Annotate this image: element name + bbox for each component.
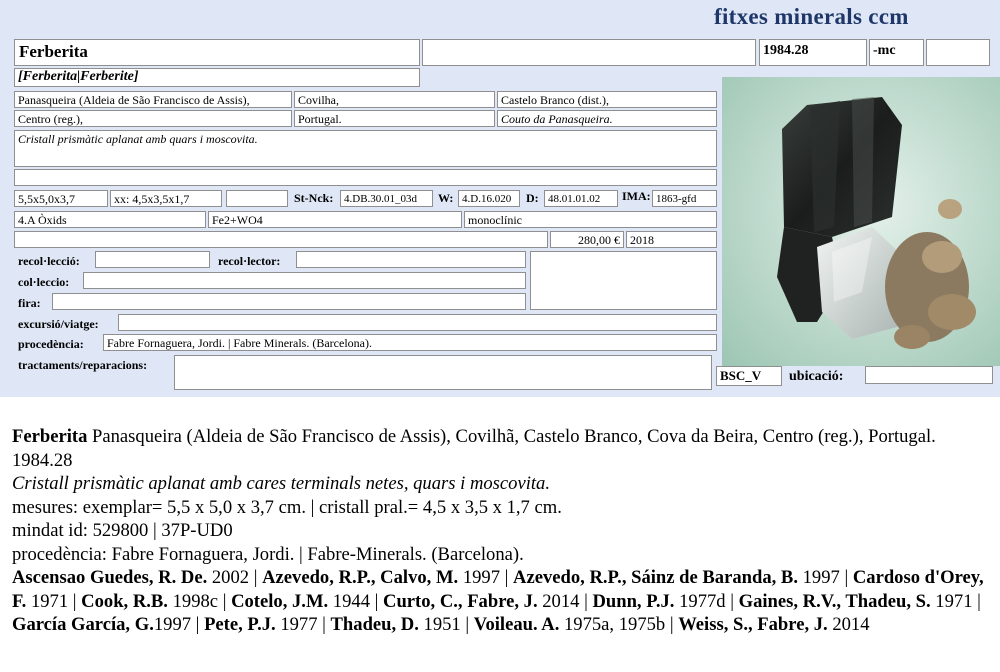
strunz-label: St-Nck: (294, 191, 334, 205)
locality-district-field[interactable]: Castelo Branco (dist.), (497, 91, 717, 108)
provenance-label: procedència: (18, 337, 84, 351)
reference-year: 1997 | (458, 567, 514, 588)
reference-author: García García, G. (12, 614, 154, 635)
year-field[interactable]: 2018 (626, 231, 717, 248)
description-field[interactable]: Cristall prismàtic aplanat amb quars i m… (14, 130, 717, 167)
reference-author: Gaines, R.V., Thadeu, S. (738, 590, 931, 612)
catalog-extra-field[interactable] (926, 39, 990, 66)
locality-country-field[interactable]: Portugal. (294, 110, 495, 127)
references-list: Ascensao Guedes, R. De. 2002 | Azevedo, … (12, 566, 996, 637)
fair-label: fira: (18, 296, 41, 310)
catalog-number-field[interactable]: 1984.28 (759, 39, 867, 66)
description-title: Ferberita Panasqueira (Aldeia de São Fra… (12, 425, 996, 472)
crystal-dimensions-field[interactable]: xx: 4,5x3,5x1,7 (110, 190, 222, 207)
ima-label: IMA: (622, 189, 651, 203)
price-field[interactable]: 280,00 € (550, 231, 624, 248)
reference-year: 1998c | (167, 590, 232, 612)
reference-author: Curto, C., Fabre, J. (383, 590, 538, 612)
reference-author: Azevedo, R.P., Calvo, M. (262, 567, 459, 588)
reference-year: 1971 | (930, 590, 981, 612)
d-label: D: (526, 191, 539, 205)
w-label: W: (438, 191, 454, 205)
reference-year: 1951 | (418, 614, 474, 635)
reference-author: Cotelo, J.M. (231, 590, 329, 612)
specimen-card: fitxes minerals ccm Ferberita 1984.28 -m… (0, 0, 1000, 397)
mineral-name-alt-field[interactable] (422, 39, 756, 66)
collection-label: col·leccio: (18, 275, 70, 289)
notes-field[interactable] (14, 231, 548, 248)
locality-municipality-field[interactable]: Covilha, (294, 91, 495, 108)
storage-code-field[interactable]: BSC_V (716, 366, 782, 386)
description-text: Cristall prismàtic aplanat amb cares ter… (12, 473, 551, 494)
reference-year: 1977 | (275, 614, 331, 635)
description-measures: mesures: exemplar= 5,5 x 5,0 x 3,7 cm. |… (12, 496, 562, 518)
excursion-field[interactable] (118, 314, 717, 331)
treatments-field[interactable] (174, 355, 712, 390)
location-label: ubicació: (789, 369, 844, 384)
collection-field[interactable] (83, 272, 526, 289)
locality-region-field[interactable]: Centro (reg.), (14, 110, 292, 127)
w-field[interactable]: 4.D.16.020 (458, 190, 520, 207)
description-mineral-name: Ferberita (12, 426, 88, 447)
location-field[interactable] (865, 366, 993, 384)
reference-author: Thadeu, D. (330, 614, 419, 635)
mineral-class-field[interactable]: 4.A Òxids (14, 211, 206, 228)
recollector-label: recol·lector: (218, 254, 281, 268)
reference-author: Voileau. A. (473, 614, 560, 635)
strunz-field[interactable]: 4.DB.30.01_03d (340, 190, 433, 207)
reference-year: 1944 | (328, 590, 384, 612)
brand-title: fitxes minerals ccm (714, 4, 909, 29)
reference-author: Pete, P.J. (204, 614, 276, 635)
recollection-field[interactable] (95, 251, 210, 268)
crystal-system-field[interactable]: monoclínic (464, 211, 717, 228)
dimensions-extra-field[interactable] (226, 190, 288, 207)
synonyms-field[interactable]: [Ferberita|Ferberite] (14, 68, 420, 87)
description-locality: Panasqueira (Aldeia de São Francisco de … (12, 426, 936, 471)
excursion-label: excursió/viatge: (18, 317, 99, 331)
reference-year: 1997 | (153, 614, 205, 635)
reference-year: 2014 (827, 614, 870, 635)
ima-field[interactable]: 1863-gfd (652, 190, 717, 207)
dimensions-field[interactable]: 5,5x5,0x3,7 (14, 190, 108, 207)
description-provenance: procedència: Fabre Fornaguera, Jordi. | … (12, 543, 524, 565)
mineral-name-field[interactable]: Ferberita (14, 39, 420, 66)
notes-box[interactable] (530, 251, 717, 310)
reference-author: Azevedo, R.P., Sáinz de Baranda, B. (513, 567, 798, 588)
reference-author: Dunn, P.J. (592, 590, 675, 612)
description-extra-field[interactable] (14, 169, 717, 186)
locality-mine-field[interactable]: Panasqueira (Aldeia de São Francisco de … (14, 91, 292, 108)
specimen-photo-image (722, 77, 1000, 366)
reference-year: 2002 | (207, 567, 263, 588)
reference-year: 1977d | (674, 590, 739, 612)
specimen-photo (722, 77, 1000, 366)
description-mindat: mindat id: 529800 | 37P-UD0 (12, 520, 233, 541)
description-block: Ferberita Panasqueira (Aldeia de São Fra… (12, 425, 996, 637)
treatments-label: tractaments/reparacions: (18, 358, 148, 372)
provenance-field[interactable]: Fabre Fornaguera, Jordi. | Fabre Mineral… (103, 334, 717, 351)
reference-year: 1975a, 1975b | (559, 614, 679, 635)
catalog-suffix-field[interactable]: -mc (869, 39, 924, 66)
formula-field[interactable]: Fe2+WO4 (208, 211, 462, 228)
fair-field[interactable] (52, 293, 526, 310)
reference-year: 1971 | (26, 590, 82, 612)
reference-author: Ascensao Guedes, R. De. (12, 567, 208, 588)
reference-year: 1997 | (797, 567, 853, 588)
recollector-field[interactable] (296, 251, 526, 268)
reference-year: 2014 | (537, 590, 593, 612)
reference-author: Weiss, S., Fabre, J. (678, 614, 828, 635)
reference-author: Cook, R.B. (81, 590, 168, 612)
recollection-label: recol·lecció: (18, 254, 80, 268)
d-field[interactable]: 48.01.01.02 (544, 190, 618, 207)
locality-subregion-field[interactable]: Couto da Panasqueira. (497, 110, 717, 127)
